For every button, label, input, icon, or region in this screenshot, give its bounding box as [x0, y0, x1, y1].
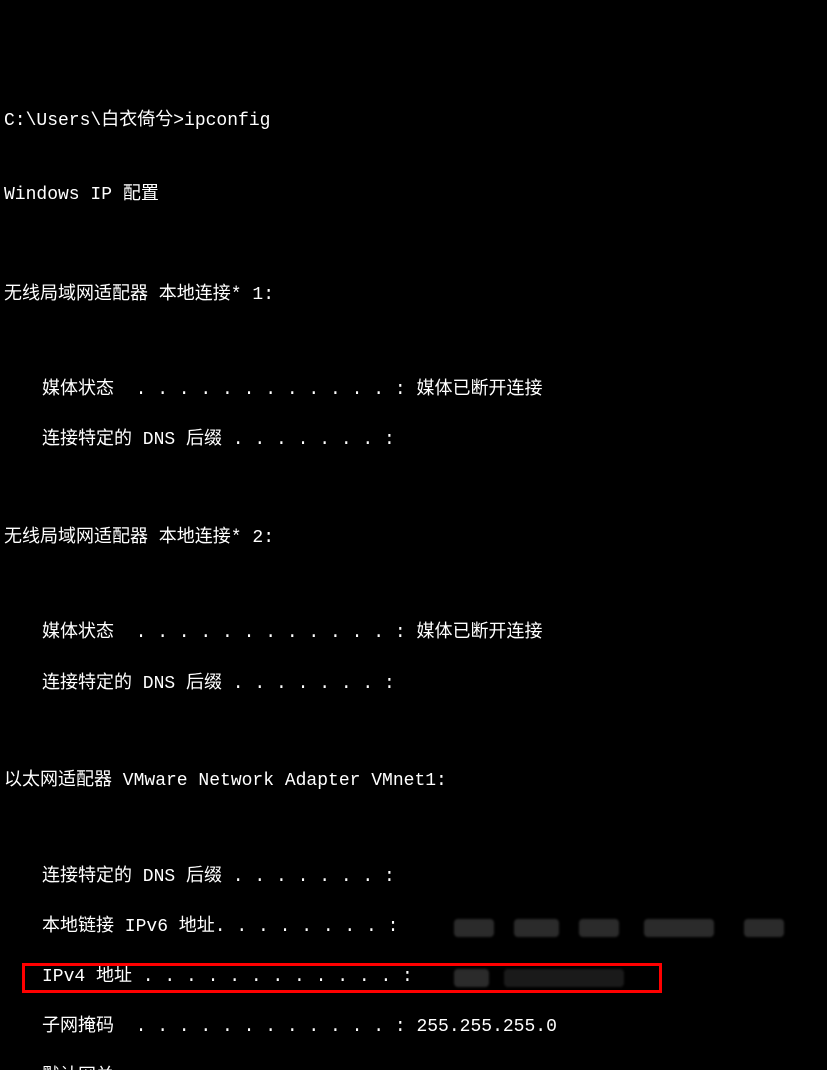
redacted-smudge	[514, 919, 559, 937]
dns-suffix-line: 连接特定的 DNS 后缀 . . . . . . . :	[4, 428, 823, 453]
media-state-line: 媒体状态 . . . . . . . . . . . . : 媒体已断开连接	[4, 378, 823, 403]
adapter-title: 无线局域网适配器 本地连接* 2:	[4, 526, 823, 551]
prompt-text: C:\Users\白衣倚兮>ipconfig	[4, 111, 270, 131]
redacted-smudge	[454, 969, 489, 987]
adapter-title: 无线局域网适配器 本地连接* 1:	[4, 283, 823, 308]
ipconfig-header: Windows IP 配置	[4, 183, 823, 208]
redacted-smudge	[504, 969, 624, 987]
adapter-title: 以太网适配器 VMware Network Adapter VMnet1:	[4, 769, 823, 794]
ipv6-address-line: 本地链接 IPv6 地址. . . . . . . . :	[4, 915, 823, 940]
default-gateway-line: 默认网关. . . . . . . . . . . . . :	[4, 1065, 823, 1070]
dns-suffix-line: 连接特定的 DNS 后缀 . . . . . . . :	[4, 865, 823, 890]
redacted-smudge	[454, 919, 494, 937]
command-prompt[interactable]: C:\Users\白衣倚兮>ipconfig	[4, 109, 823, 134]
media-state-line: 媒体状态 . . . . . . . . . . . . : 媒体已断开连接	[4, 621, 823, 646]
ipv4-address-line: IPv4 地址 . . . . . . . . . . . . :	[4, 965, 823, 990]
redacted-smudge	[744, 919, 784, 937]
subnet-mask-line: 子网掩码 . . . . . . . . . . . . : 255.255.2…	[4, 1015, 823, 1040]
redacted-smudge	[579, 919, 619, 937]
dns-suffix-line: 连接特定的 DNS 后缀 . . . . . . . :	[4, 672, 823, 697]
redacted-smudge	[644, 919, 714, 937]
